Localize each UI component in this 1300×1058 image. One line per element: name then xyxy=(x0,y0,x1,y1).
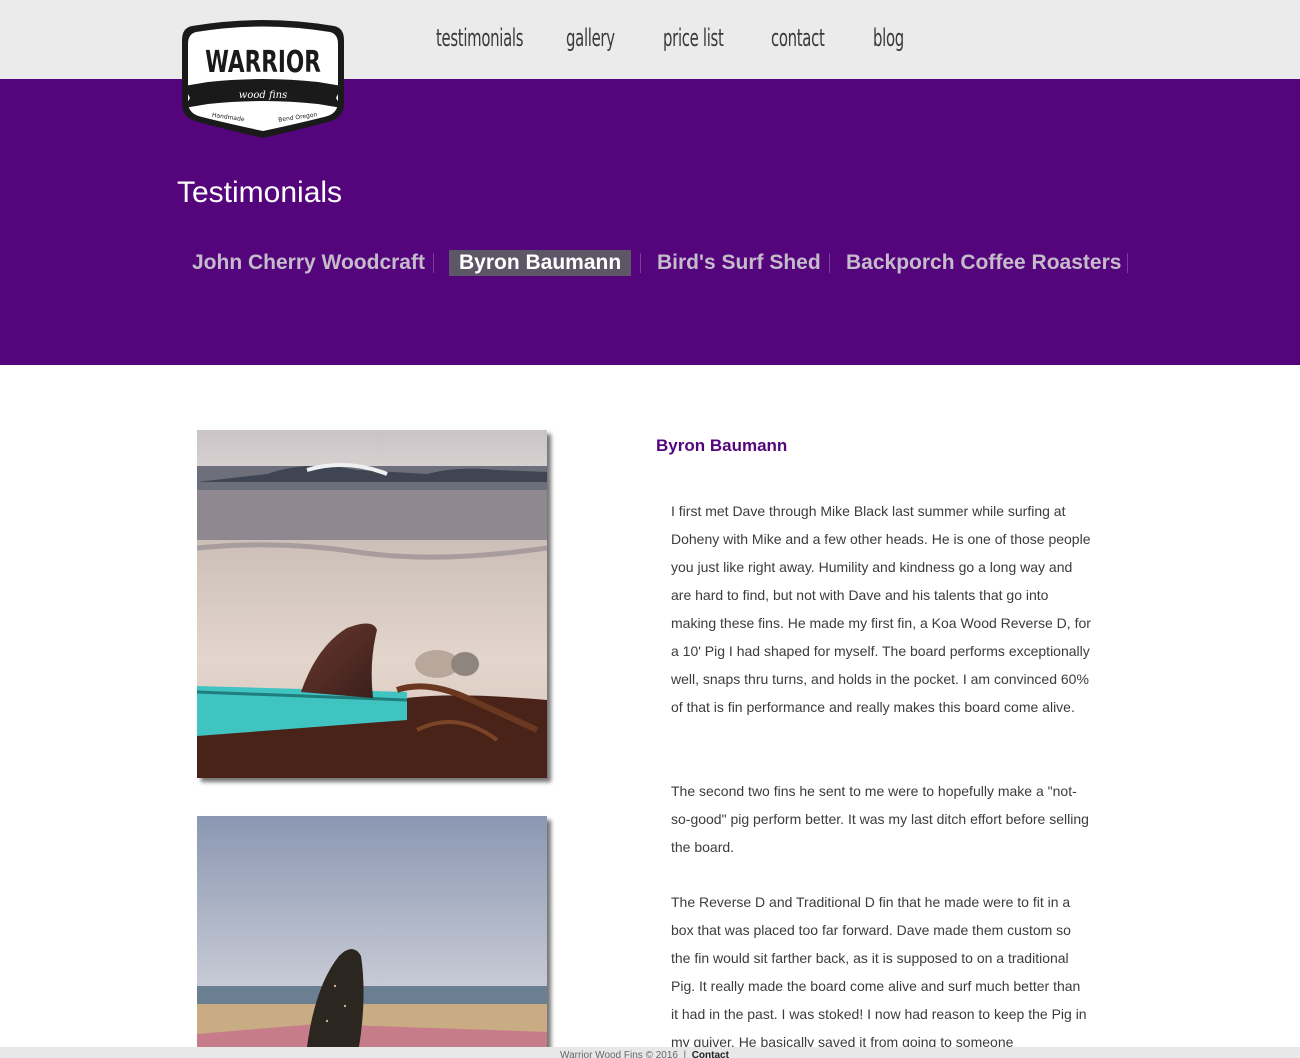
svg-text:wood fins: wood fins xyxy=(239,90,287,101)
nav-blog[interactable]: blog xyxy=(873,18,904,58)
brand-logo[interactable]: WARRIOR wood fins Handmade Bend Oregon xyxy=(178,18,348,140)
tab-separator xyxy=(829,253,830,273)
tab-byron-baumann[interactable]: Byron Baumann xyxy=(449,250,632,276)
nav-price-list[interactable]: price list xyxy=(663,18,724,58)
nav-contact[interactable]: contact xyxy=(771,18,825,58)
photo-fin-sky xyxy=(197,816,547,1047)
nav-gallery[interactable]: gallery xyxy=(566,18,615,58)
testimonial-paragraph: I first met Dave through Mike Black last… xyxy=(671,503,1091,715)
footer-copyright: Warrior Wood Fins © 2016 xyxy=(560,1050,678,1058)
nav-testimonials[interactable]: testimonials xyxy=(436,18,523,58)
tab-backporch-coffee-roasters[interactable]: Backporch Coffee Roasters xyxy=(846,250,1121,276)
footer: Warrior Wood Fins © 2016 | Contact xyxy=(0,1047,1300,1058)
tab-separator xyxy=(640,253,641,273)
footer-separator: | xyxy=(683,1050,687,1058)
page-title: Testimonials xyxy=(177,176,343,209)
testimonial-paragraph: The second two fins he sent to me were t… xyxy=(671,783,1089,855)
tab-birds-surf-shed[interactable]: Bird's Surf Shed xyxy=(657,250,821,276)
tab-separator xyxy=(433,253,434,273)
tab-separator xyxy=(1127,253,1128,273)
testimonial-author: Byron Baumann xyxy=(656,436,788,455)
warrior-logo-icon: WARRIOR wood fins Handmade Bend Oregon xyxy=(182,20,344,138)
svg-text:WARRIOR: WARRIOR xyxy=(205,46,321,80)
tab-john-cherry-woodcraft[interactable]: John Cherry Woodcraft xyxy=(192,250,425,276)
photo-beach-fin xyxy=(197,430,547,778)
footer-contact-link[interactable]: Contact xyxy=(692,1050,729,1058)
testimonial-paragraph: The Reverse D and Traditional D fin that… xyxy=(671,894,1087,1050)
